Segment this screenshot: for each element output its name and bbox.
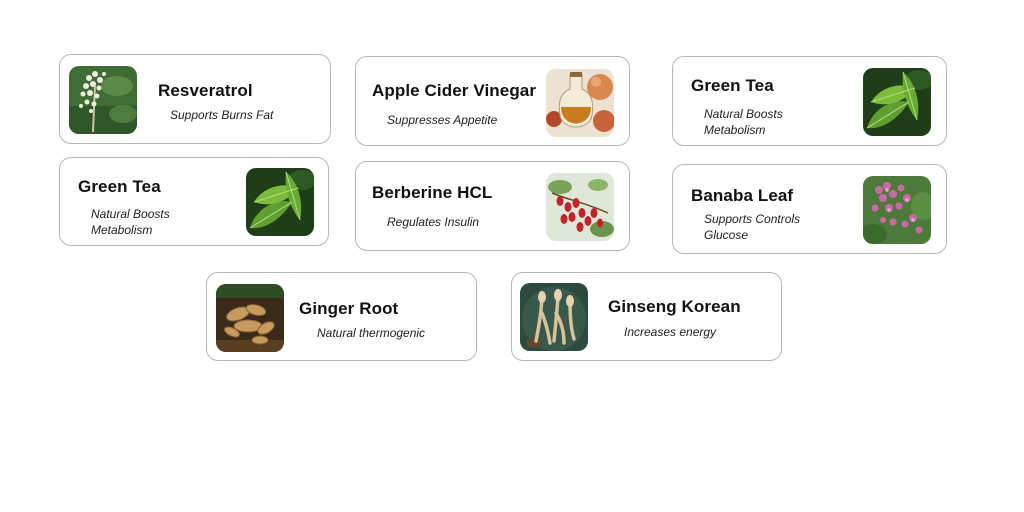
tea-leaf-icon xyxy=(246,168,314,236)
ginseng-root-icon xyxy=(520,283,588,351)
card-description: Natural thermogenic xyxy=(317,326,426,340)
barberry-icon xyxy=(546,173,614,241)
card-description: Regulates Insulin xyxy=(387,215,480,229)
ingredient-card-green-tea-2: Green Tea Natural Boosts Metabolism xyxy=(59,157,329,246)
card-title: Ginseng Korean xyxy=(608,297,741,316)
tea-leaf-icon xyxy=(863,68,931,136)
card-title: Apple Cider Vinegar xyxy=(372,81,537,100)
ingredient-card-green-tea-1: Green Tea Natural Boosts Metabolism xyxy=(672,56,947,146)
card-title: Banaba Leaf xyxy=(691,186,794,205)
card-description: Suppresses Appetite xyxy=(387,113,498,127)
ingredient-card-resveratrol: Resveratrol Supports Burns Fat xyxy=(59,54,331,144)
card-title: Resveratrol xyxy=(158,81,253,100)
card-description: Supports Burns Fat xyxy=(170,108,274,122)
banaba-flower-icon xyxy=(863,176,931,244)
ingredient-card-ginseng-korean: Ginseng Korean Increases energy xyxy=(511,272,782,361)
card-description: Supports Controls Glucose xyxy=(704,212,801,242)
card-title: Green Tea xyxy=(78,177,161,196)
card-title: Ginger Root xyxy=(299,299,399,318)
knotweed-flower-icon xyxy=(69,66,137,134)
ingredient-card-ginger-root: Ginger Root Natural thermogenic xyxy=(206,272,477,361)
ingredient-card-apple-cider-vinegar: Apple Cider Vinegar Suppresses Appetite xyxy=(355,56,630,146)
ingredient-card-berberine-hcl: Berberine HCL Regulates Insulin xyxy=(355,161,630,251)
card-title: Berberine HCL xyxy=(372,183,493,202)
ingredient-card-banaba-leaf: Banaba Leaf Supports Controls Glucose xyxy=(672,164,947,254)
card-title: Green Tea xyxy=(691,76,774,95)
vinegar-bottle-icon xyxy=(546,69,614,137)
ginger-root-icon xyxy=(216,284,284,352)
card-description: Increases energy xyxy=(624,325,717,339)
card-description: Natural Boosts Metabolism xyxy=(91,207,170,237)
card-description: Natural Boosts Metabolism xyxy=(704,107,783,137)
